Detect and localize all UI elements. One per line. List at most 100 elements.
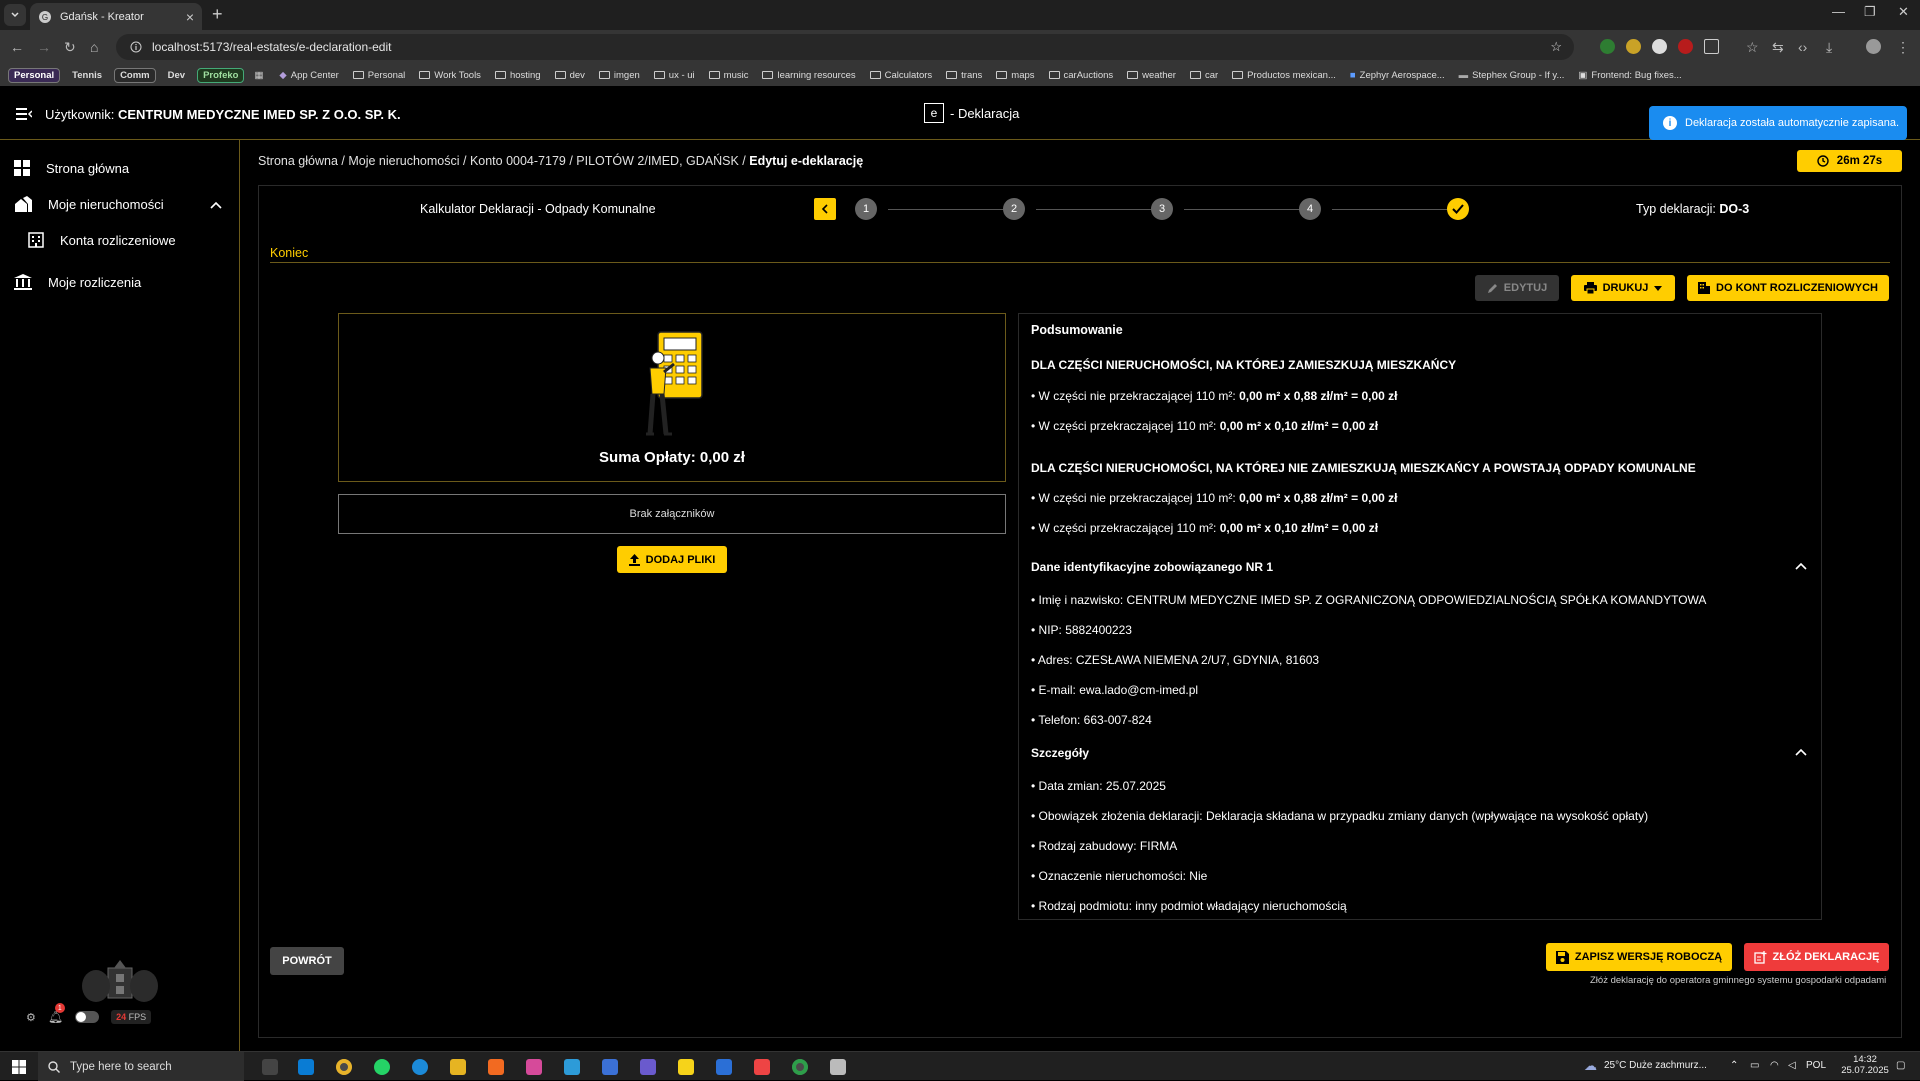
ident-section-title[interactable]: Dane identyfikacyjne zobowiązanego NR 1 <box>1031 560 1273 574</box>
save-draft-button[interactable]: ZAPISZ WERSJĘ ROBOCZĄ <box>1546 943 1732 971</box>
edit-button[interactable]: EDYTUJ <box>1475 275 1559 301</box>
bookmark-chip[interactable]: Personal <box>8 67 61 83</box>
bookmark-folder[interactable]: car <box>1189 70 1218 81</box>
bookmark-folder[interactable]: learning resources <box>762 70 856 81</box>
notifications-button[interactable]: 🔔︎ 1 <box>48 1003 65 1024</box>
volume-icon[interactable]: ◁ <box>1788 1060 1796 1071</box>
address-bar[interactable]: localhost:5173/real-estates/e-declaratio… <box>116 34 1574 60</box>
step-1[interactable]: 1 <box>855 198 877 220</box>
home-icon[interactable]: ⌂ <box>90 39 98 55</box>
step-complete[interactable] <box>1447 198 1469 220</box>
breadcrumb-real-estates[interactable]: Moje nieruchomości <box>348 154 459 168</box>
bookmark-chip[interactable]: Tennis <box>66 68 108 83</box>
bookmark-item[interactable]: ▬ Stephex Group - If y... <box>1459 70 1565 81</box>
bookmark-folder[interactable]: trans <box>946 70 982 81</box>
bookmark-folder[interactable]: weather <box>1127 70 1176 81</box>
extensions-puzzle-icon[interactable] <box>1704 39 1719 54</box>
sticky-notes-icon[interactable] <box>678 1059 694 1075</box>
tray-chevron-icon[interactable]: ⌃ <box>1730 1060 1738 1071</box>
chrome-icon[interactable] <box>792 1059 808 1075</box>
sidebar-item-settlements[interactable]: Moje rozliczenia <box>14 274 141 290</box>
task-view-icon[interactable] <box>262 1059 278 1075</box>
print-button[interactable]: DRUKUJ <box>1571 275 1675 301</box>
bookmark-folder[interactable]: dev <box>554 70 585 81</box>
app-icon[interactable] <box>830 1059 846 1075</box>
bookmark-chip[interactable]: Dev <box>162 68 191 83</box>
app-icon[interactable] <box>564 1059 580 1075</box>
bookmark-folder[interactable]: carAuctions <box>1048 70 1113 81</box>
tab-search-button[interactable] <box>4 4 26 26</box>
whatsapp-icon[interactable] <box>374 1059 390 1075</box>
edge-icon[interactable] <box>412 1059 428 1075</box>
notification-center-icon[interactable]: ▢ <box>1896 1060 1905 1071</box>
back-arrow-icon[interactable]: ← <box>10 39 24 55</box>
new-tab-button[interactable]: + <box>212 4 223 25</box>
extension-icon[interactable] <box>1600 39 1615 54</box>
file-explorer-icon[interactable] <box>450 1059 466 1075</box>
details-section-title[interactable]: Szczegóły <box>1031 746 1089 760</box>
extension-icon[interactable] <box>1652 39 1667 54</box>
close-window-icon[interactable]: ✕ <box>1898 4 1909 20</box>
profile-avatar-icon[interactable] <box>1866 39 1881 54</box>
bookmark-folder[interactable]: imgen <box>598 70 640 81</box>
postman-icon[interactable] <box>488 1059 504 1075</box>
bookmark-folder[interactable]: hosting <box>494 70 541 81</box>
to-accounts-button[interactable]: DO KONT ROZLICZENIOWYCH <box>1687 275 1889 301</box>
download-icon[interactable]: ⤓ <box>1826 39 1832 56</box>
reload-icon[interactable]: ↻ <box>64 39 76 56</box>
bookmark-chip[interactable]: Profeko <box>197 67 245 83</box>
bookmark-folder[interactable]: Productos mexican... <box>1232 70 1336 81</box>
power-automate-icon[interactable] <box>716 1059 732 1075</box>
bookmark-chip[interactable]: Comm <box>114 67 156 83</box>
chevron-up-icon[interactable] <box>1795 562 1807 570</box>
figma-icon[interactable] <box>754 1059 770 1075</box>
devtools-icon[interactable]: ‹› <box>1798 39 1807 55</box>
bookmark-folder[interactable]: Calculators <box>869 70 932 81</box>
breadcrumb-home[interactable]: Strona główna <box>258 154 338 168</box>
add-files-button[interactable]: DODAJ PLIKI <box>617 546 727 573</box>
step-back-button[interactable] <box>814 198 836 220</box>
restore-window-icon[interactable]: ❐ <box>1864 4 1876 20</box>
taskbar-search[interactable]: Type here to search <box>38 1052 244 1081</box>
bookmark-item[interactable]: ◆ App Center <box>279 70 338 81</box>
step-2[interactable]: 2 <box>1003 198 1025 220</box>
network-icon[interactable]: ▭ <box>1750 1060 1759 1071</box>
bookmark-star-icon[interactable]: ☆ <box>1550 39 1562 55</box>
keyboard-language[interactable]: POL <box>1806 1060 1826 1071</box>
forward-arrow-icon[interactable]: → <box>37 39 51 55</box>
bookmark-folder[interactable]: Work Tools <box>419 70 481 81</box>
clock[interactable]: 14:32 25.07.2025 <box>1840 1054 1890 1076</box>
step-4[interactable]: 4 <box>1299 198 1321 220</box>
bookmark-folder[interactable]: Personal <box>352 70 405 81</box>
sidebar-item-billing-accounts[interactable]: Konta rozliczeniowe <box>28 232 176 248</box>
star-list-icon[interactable]: ☆ <box>1746 39 1759 56</box>
translate-icon[interactable]: ⇆ <box>1772 39 1784 56</box>
security-icon[interactable] <box>602 1059 618 1075</box>
bookmark-folder[interactable]: maps <box>996 70 1035 81</box>
bookmark-folder[interactable]: music <box>708 70 748 81</box>
close-tab-icon[interactable]: × <box>186 9 194 25</box>
extension-icon[interactable] <box>1678 39 1693 54</box>
theme-toggle[interactable] <box>75 1011 100 1023</box>
bookmark-item[interactable]: ■ Zephyr Aerospace... <box>1350 70 1445 81</box>
back-button[interactable]: POWRÓT <box>270 947 344 975</box>
chevron-up-icon[interactable] <box>210 201 222 209</box>
vscode-icon[interactable] <box>298 1059 314 1075</box>
bug-report-icon[interactable]: ⚙ <box>26 1011 36 1024</box>
step-3[interactable]: 3 <box>1151 198 1173 220</box>
minimize-window-icon[interactable]: — <box>1832 4 1845 19</box>
sidebar-item-real-estates[interactable]: Moje nieruchomości <box>14 196 164 212</box>
breadcrumb-account[interactable]: Konto 0004-7179 <box>470 154 566 168</box>
kebab-menu-icon[interactable]: ⋮ <box>1896 39 1910 56</box>
weather-text[interactable]: 25°C Duże zachmurz... <box>1604 1060 1707 1071</box>
bookmark-folder[interactable]: ux - ui <box>653 70 695 81</box>
menu-collapse-icon[interactable] <box>16 108 32 120</box>
breadcrumb-property[interactable]: PILOTÓW 2/IMED, GDAŃSK <box>576 154 739 168</box>
submit-declaration-button[interactable]: ZŁÓŻ DEKLARACJĘ <box>1744 943 1889 971</box>
windows-start-icon[interactable] <box>12 1060 26 1074</box>
app-icon[interactable] <box>526 1059 542 1075</box>
wifi-icon[interactable]: ◠ <box>1770 1060 1779 1071</box>
extension-icon[interactable] <box>1626 39 1641 54</box>
sidebar-item-home[interactable]: Strona główna <box>14 160 129 176</box>
bookmark-item[interactable]: ▣ Frontend: Bug fixes... <box>1578 70 1681 81</box>
